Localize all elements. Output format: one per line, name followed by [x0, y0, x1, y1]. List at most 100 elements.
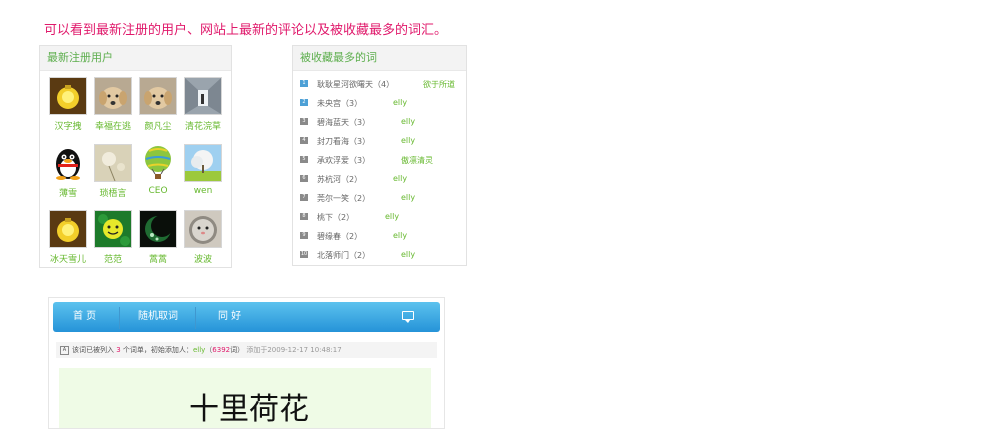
user-name[interactable]: 清花浣草 [182, 119, 224, 132]
word-user[interactable]: elly [401, 193, 415, 202]
user-card[interactable]: 范范 [92, 210, 134, 265]
dandelion-icon[interactable] [94, 144, 132, 182]
rank-badge: 2 [300, 99, 308, 106]
rank-badge: 4 [300, 137, 308, 144]
user-card[interactable]: 波波 [182, 210, 224, 265]
nav-kindred[interactable]: 同 好 [218, 302, 241, 332]
user-card[interactable]: 冰天雪儿 [47, 210, 89, 265]
rank-badge: 9 [300, 232, 308, 239]
word-row[interactable]: 9 碧缘春（2） elly [300, 231, 460, 245]
rank-badge: 7 [300, 194, 308, 201]
panel-header: 被收藏最多的词 [293, 46, 466, 71]
user-name[interactable]: 波波 [182, 252, 224, 265]
info-paren-close: 词） [230, 346, 245, 354]
word-link[interactable]: 莞尔一笑（2） [317, 193, 370, 204]
user-card[interactable]: 汉字拽 [47, 77, 89, 132]
word-row[interactable]: 6 苏杭河（2） elly [300, 174, 460, 188]
adder-link[interactable]: elly [193, 346, 205, 354]
word-link[interactable]: 承欢浮爱（3） [317, 155, 370, 166]
user-card[interactable]: 清花浣草 [182, 77, 224, 132]
word-display: 十里荷花 [59, 368, 431, 428]
most-bookmarked-words-panel: 被收藏最多的词 1 耿耿星河欲曙天（4） 欲于所道 2 未央宫（3） elly … [292, 45, 467, 266]
user-name[interactable]: wen [182, 186, 224, 196]
nav-home[interactable]: 首 页 [73, 302, 96, 332]
corridor-icon[interactable] [184, 77, 222, 115]
user-card[interactable]: wen [182, 144, 224, 196]
word-user[interactable]: elly [393, 231, 407, 240]
glowing-ball-icon[interactable] [49, 210, 87, 248]
chat-icon[interactable] [402, 311, 414, 323]
adder-word-count: 6392 [212, 346, 231, 354]
word-row[interactable]: 1 耿耿星河欲曙天（4） 欲于所道 [300, 79, 460, 93]
word-link[interactable]: 北落师门（2） [317, 250, 370, 261]
rank-badge: 5 [300, 156, 308, 163]
user-card[interactable]: 蒿蒿 [137, 210, 179, 265]
info-middle: 个词单，初始添加人： [120, 346, 193, 354]
intro-text: 可以看到最新注册的用户、网站上最新的评论以及被收藏最多的词汇。 [44, 23, 448, 38]
smiley-icon[interactable] [94, 210, 132, 248]
word-link[interactable]: 封刀看海（3） [317, 136, 370, 147]
rank-badge: 1 [300, 80, 308, 87]
rank-badge: 6 [300, 175, 308, 182]
puppy-icon[interactable] [139, 77, 177, 115]
word-row[interactable]: 5 承欢浮爱（3） 傲凛清灵 [300, 155, 460, 169]
top-nav: 首 页 随机取词 同 好 [53, 302, 440, 332]
user-name[interactable]: CEO [137, 186, 179, 196]
glowing-ball-icon[interactable] [49, 77, 87, 115]
user-name[interactable]: 琐梧言 [92, 186, 134, 199]
user-card[interactable]: 幸福在逃 [92, 77, 134, 132]
user-name[interactable]: 颜凡尘 [137, 119, 179, 132]
nav-random-word[interactable]: 随机取词 [138, 302, 178, 332]
featured-word: 十里荷花 [189, 392, 309, 427]
word-user[interactable]: elly [385, 212, 399, 221]
info-icon: A [60, 345, 69, 355]
word-row[interactable]: 4 封刀看海（3） elly [300, 136, 460, 150]
user-card[interactable]: 琐梧言 [92, 144, 134, 199]
word-user[interactable]: elly [401, 117, 415, 126]
rank-badge: 8 [300, 213, 308, 220]
word-user[interactable]: 傲凛清灵 [401, 155, 433, 166]
user-name[interactable]: 幸福在逃 [92, 119, 134, 132]
newest-users-title: 最新注册用户 [47, 51, 113, 64]
nav-divider [195, 307, 196, 329]
word-link[interactable]: 耿耿星河欲曙天（4） [317, 79, 394, 90]
most-bookmarked-title: 被收藏最多的词 [300, 51, 377, 64]
word-link[interactable]: 未央宫（3） [317, 98, 362, 109]
user-card[interactable]: CEO [137, 144, 179, 196]
word-user[interactable]: elly [401, 250, 415, 259]
cat-icon[interactable] [184, 210, 222, 248]
rank-badge: 3 [300, 118, 308, 125]
nav-divider [119, 307, 120, 329]
word-link[interactable]: 桃下（2） [317, 212, 354, 223]
moon-icon[interactable] [139, 210, 177, 248]
word-link[interactable]: 苏杭河（2） [317, 174, 362, 185]
word-row[interactable]: 10 北落师门（2） elly [300, 250, 460, 264]
word-link[interactable]: 碧海蓝天（3） [317, 117, 370, 128]
word-row[interactable]: 8 桃下（2） elly [300, 212, 460, 226]
word-row[interactable]: 2 未央宫（3） elly [300, 98, 460, 112]
user-name[interactable]: 汉字拽 [47, 119, 89, 132]
added-time: 添加于2009-12-17 10:48:17 [246, 346, 342, 354]
penguin-icon[interactable] [49, 144, 87, 182]
user-name[interactable]: 蒿蒿 [137, 252, 179, 265]
user-name[interactable]: 薄雪 [47, 186, 89, 199]
word-info-bar: A 该词已被列入 3 个词单，初始添加人：elly（6392词） 添加于2009-… [56, 342, 437, 358]
info-prefix: 该词已被列入 [72, 346, 117, 354]
rank-badge: 10 [300, 251, 308, 258]
user-card[interactable]: 薄雪 [47, 144, 89, 199]
panel-header: 最新注册用户 [40, 46, 231, 71]
puppy-icon[interactable] [94, 77, 132, 115]
word-user[interactable]: elly [393, 174, 407, 183]
balloon-icon[interactable] [139, 144, 177, 182]
word-user[interactable]: elly [393, 98, 407, 107]
word-row[interactable]: 3 碧海蓝天（3） elly [300, 117, 460, 131]
word-link[interactable]: 碧缘春（2） [317, 231, 362, 242]
tree-icon[interactable] [184, 144, 222, 182]
user-name[interactable]: 冰天雪儿 [47, 252, 89, 265]
user-card[interactable]: 颜凡尘 [137, 77, 179, 132]
user-name[interactable]: 范范 [92, 252, 134, 265]
word-user[interactable]: elly [401, 136, 415, 145]
word-user[interactable]: 欲于所道 [423, 79, 455, 90]
newest-users-panel: 最新注册用户 汉字拽 幸福在逃 颜凡尘 清花浣草 薄雪 琐梧言 CEO wen … [39, 45, 232, 268]
word-row[interactable]: 7 莞尔一笑（2） elly [300, 193, 460, 207]
